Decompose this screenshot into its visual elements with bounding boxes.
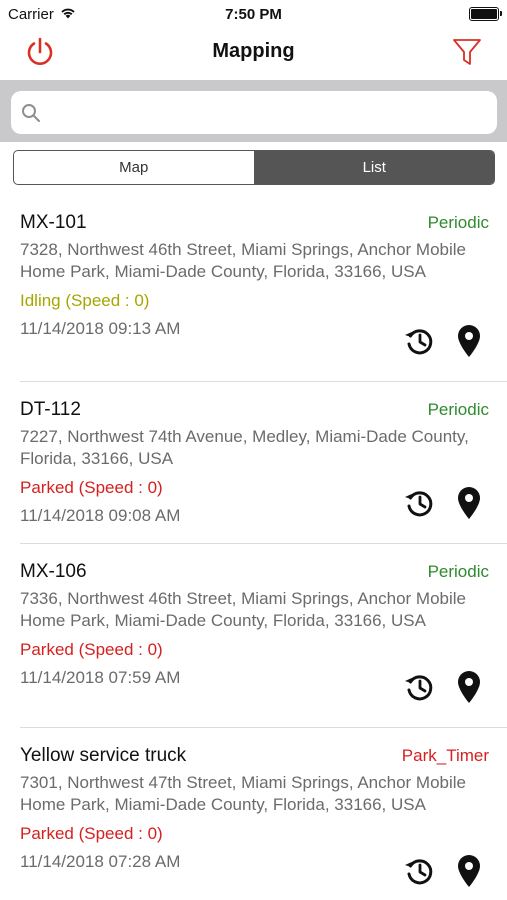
history-icon: [403, 855, 435, 892]
page-title: Mapping: [212, 40, 295, 62]
vehicle-card[interactable]: DT-112 Periodic 7227, Northwest 74th Ave…: [0, 382, 507, 543]
vehicle-address: 7227, Northwest 74th Avenue, Medley, Mia…: [20, 427, 469, 468]
card-actions: [403, 854, 485, 893]
search-box[interactable]: [11, 91, 497, 134]
location-button[interactable]: [453, 324, 485, 363]
battery-icon: [469, 7, 502, 21]
location-pin-icon: [456, 486, 482, 525]
status-time: 7:50 PM: [225, 6, 282, 23]
history-button[interactable]: [403, 488, 435, 522]
history-icon: [403, 325, 435, 362]
search-input[interactable]: [51, 91, 487, 134]
card-actions: [403, 670, 485, 709]
history-icon: [403, 671, 435, 708]
segment-list[interactable]: List: [254, 151, 494, 184]
status-bar: Carrier 7:50 PM: [0, 0, 507, 28]
card-actions: [403, 324, 485, 363]
report-type: Periodic: [427, 562, 489, 581]
history-button[interactable]: [403, 326, 435, 360]
vehicle-card[interactable]: MX-106 Periodic 7336, Northwest 46th Str…: [0, 544, 507, 727]
history-button[interactable]: [403, 672, 435, 706]
view-segmented-control: Map List: [13, 150, 495, 185]
location-pin-icon: [456, 670, 482, 709]
vehicle-name: DT-112: [20, 399, 81, 420]
search-area: [0, 80, 507, 142]
vehicle-status: Parked (Speed : 0): [20, 824, 163, 843]
search-icon: [21, 103, 41, 123]
vehicle-card[interactable]: MX-101 Periodic 7328, Northwest 46th Str…: [0, 195, 507, 381]
location-button[interactable]: [453, 854, 485, 893]
card-actions: [403, 486, 485, 525]
location-pin-icon: [456, 324, 482, 363]
location-button[interactable]: [453, 486, 485, 525]
filter-button[interactable]: [447, 36, 487, 72]
report-type: Periodic: [427, 213, 489, 232]
history-button[interactable]: [403, 856, 435, 890]
vehicle-card[interactable]: Yellow service truck Park_Timer 7301, No…: [0, 728, 507, 898]
vehicle-address: 7328, Northwest 46th Street, Miami Sprin…: [20, 240, 466, 281]
report-type: Periodic: [427, 400, 489, 419]
segment-map[interactable]: Map: [14, 151, 255, 184]
report-type: Park_Timer: [401, 746, 489, 765]
vehicle-status: Idling (Speed : 0): [20, 291, 150, 310]
vehicle-name: MX-106: [20, 561, 87, 582]
vehicle-status: Parked (Speed : 0): [20, 640, 163, 659]
vehicle-list: MX-101 Periodic 7328, Northwest 46th Str…: [0, 195, 507, 898]
vehicle-address: 7336, Northwest 46th Street, Miami Sprin…: [20, 589, 466, 630]
vehicle-name: MX-101: [20, 212, 87, 233]
location-pin-icon: [456, 854, 482, 893]
filter-icon: [452, 37, 482, 72]
vehicle-address: 7301, Northwest 47th Street, Miami Sprin…: [20, 773, 466, 814]
location-button[interactable]: [453, 670, 485, 709]
history-icon: [403, 487, 435, 524]
nav-bar: Mapping: [0, 28, 507, 80]
